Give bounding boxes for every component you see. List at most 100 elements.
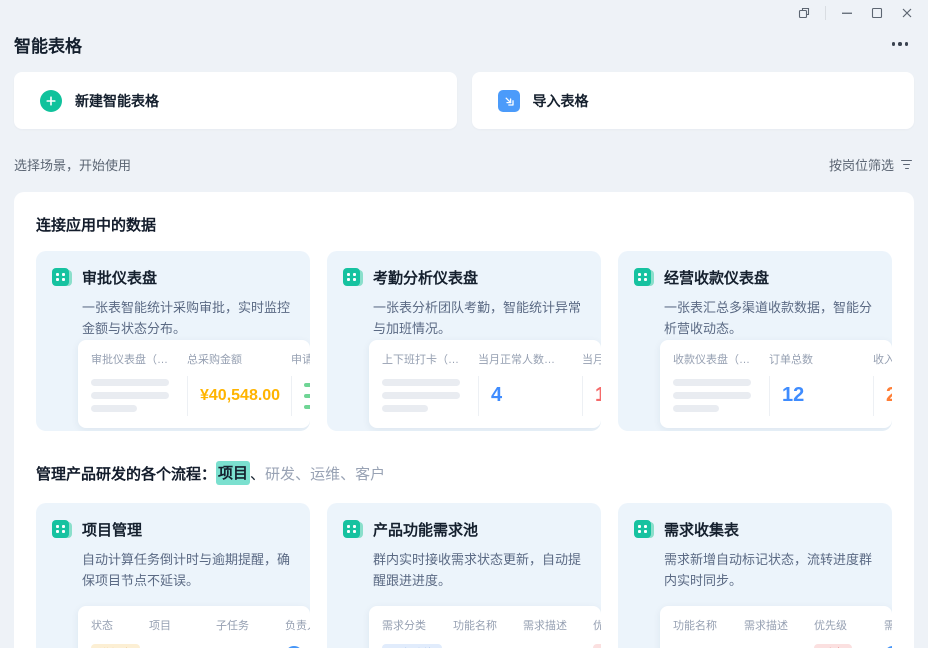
import-table-label: 导入表格 xyxy=(533,91,589,111)
new-smart-table-button[interactable]: 新建智能表格 xyxy=(14,72,457,129)
preview-count-value: 12 xyxy=(782,384,804,407)
page-title: 智能表格 xyxy=(14,32,82,57)
preview-col-header: 订单总数 xyxy=(769,351,873,367)
quick-actions: 新建智能表格 导入表格 xyxy=(14,72,914,129)
preview-col-header: 优先级 xyxy=(593,617,601,633)
preview-cell: 重点 xyxy=(593,644,601,648)
preview-cell xyxy=(216,644,285,648)
preview-cell xyxy=(291,376,310,416)
scene-bar: 选择场景，开始使用 按岗位筛选 xyxy=(14,155,912,174)
preview-cell xyxy=(744,644,814,648)
preview-col-header: 需求负责人 xyxy=(884,617,892,633)
preview-count-value: 24 xyxy=(886,384,892,407)
preview-cell: 已有功能 xyxy=(382,644,453,648)
preview-col-header: 需求描述 xyxy=(523,617,593,633)
card-feature-request-pool[interactable]: 产品功能需求池 群内实时接收需求状态更新，自动提醒跟进进度。 需求分类 功能名称… xyxy=(327,503,601,648)
preview-col-header: 需求分类 xyxy=(382,617,453,633)
preview-data-row: 进行中 xyxy=(91,644,310,648)
tab-customer[interactable]: 客户 xyxy=(355,463,385,484)
preview-cell xyxy=(884,644,892,648)
category-badge: 已有功能 xyxy=(382,644,442,648)
scene-hint: 选择场景，开始使用 xyxy=(14,155,131,174)
preview-cell xyxy=(673,376,769,416)
tab-separator: 、 xyxy=(250,463,265,484)
card-description: 自动计算任务倒计时与逾期提醒，确保项目节点不延误。 xyxy=(82,550,294,592)
card-title: 考勤分析仪表盘 xyxy=(373,267,478,288)
card-project-management[interactable]: 项目管理 自动计算任务倒计时与逾期提醒，确保项目节点不延误。 状态 项目 子任务… xyxy=(36,503,310,648)
tab-ops[interactable]: 运维 xyxy=(310,463,340,484)
preview-cell xyxy=(149,644,216,648)
preview-amount-value: ¥40,548.00 xyxy=(200,387,280,405)
preview-col-header: 当月正常人数… xyxy=(478,351,582,367)
filter-by-role-button[interactable]: 按岗位筛选 xyxy=(829,155,912,174)
preview-count-value: 4 xyxy=(491,384,502,407)
preview-table: 需求分类 功能名称 需求描述 优先级 已有功能 重点 xyxy=(369,606,601,648)
preview-col-header: 当月异常人数 xyxy=(582,351,601,367)
preview-cell xyxy=(382,376,478,416)
card-head: 考勤分析仪表盘 xyxy=(343,267,585,288)
card-attendance-dashboard[interactable]: 考勤分析仪表盘 一张表分析团队考勤，智能统计异常与加班情况。 上下班打卡（… 当… xyxy=(327,251,601,431)
preview-col-header: 负责人 xyxy=(285,617,310,633)
titlebar-divider xyxy=(825,6,826,20)
preview-cell: 12 xyxy=(769,376,873,416)
smart-table-icon xyxy=(343,520,363,540)
preview-data-row: 4 11 xyxy=(382,376,601,416)
preview-cell: ¥40,548.00 xyxy=(187,376,291,416)
preview-header-row: 功能名称 需求描述 优先级 需求负责人 xyxy=(673,617,892,633)
close-icon[interactable] xyxy=(892,2,922,24)
smart-table-icon xyxy=(343,268,363,288)
preview-table: 状态 项目 子任务 负责人 进行中 xyxy=(78,606,310,648)
import-arrow-icon xyxy=(498,90,520,112)
placeholder-bars xyxy=(91,379,169,412)
more-icon[interactable] xyxy=(888,36,913,52)
preview-col-header: 审批仪表盘（… xyxy=(91,351,187,367)
tab-rd[interactable]: 研发 xyxy=(265,463,295,484)
card-request-collection[interactable]: 需求收集表 需求新增自动标记状态，流转进度群内实时同步。 功能名称 需求描述 优… xyxy=(618,503,892,648)
preview-header-row: 需求分类 功能名称 需求描述 优先级 xyxy=(382,617,601,633)
preview-header-row: 审批仪表盘（… 总采购金额 申请人 xyxy=(91,351,310,367)
popout-icon[interactable] xyxy=(789,2,819,24)
card-title: 审批仪表盘 xyxy=(82,267,157,288)
card-description: 一张表汇总多渠道收款数据，智能分析营收动态。 xyxy=(664,298,876,340)
preview-data-row: ¥40,548.00 xyxy=(91,376,310,416)
preview-table: 收款仪表盘（… 订单总数 收入总额 12 24 xyxy=(660,340,892,428)
preview-col-header: 优先级 xyxy=(814,617,884,633)
priority-badge: 重点 xyxy=(593,644,601,648)
preview-header-row: 上下班打卡（… 当月正常人数… 当月异常人数 xyxy=(382,351,601,367)
card-head: 审批仪表盘 xyxy=(52,267,294,288)
maximize-icon[interactable] xyxy=(862,2,892,24)
card-head: 项目管理 xyxy=(52,519,294,540)
minimize-icon[interactable] xyxy=(832,2,862,24)
smart-table-icon xyxy=(634,268,654,288)
window-titlebar xyxy=(0,0,928,26)
card-head: 产品功能需求池 xyxy=(343,519,585,540)
preview-cell xyxy=(523,644,593,648)
preview-cell xyxy=(91,376,187,416)
filter-icon xyxy=(901,160,912,170)
preview-cell: 4 xyxy=(478,376,582,416)
section-heading-connect: 连接应用中的数据 xyxy=(36,214,892,235)
card-approval-dashboard[interactable]: 审批仪表盘 一张表智能统计采购审批，实时监控金额与状态分布。 审批仪表盘（… 总… xyxy=(36,251,310,431)
preview-col-header: 总采购金额 xyxy=(187,351,291,367)
plus-icon xyxy=(40,90,62,112)
tab-project[interactable]: 项目 xyxy=(216,461,250,485)
preview-data-row: 12 24 xyxy=(673,376,892,416)
preview-table: 上下班打卡（… 当月正常人数… 当月异常人数 4 11 xyxy=(369,340,601,428)
placeholder-bars xyxy=(382,379,460,412)
tab-separator: 、 xyxy=(340,463,355,484)
preview-cell xyxy=(453,644,523,648)
smart-table-icon xyxy=(634,520,654,540)
card-head: 需求收集表 xyxy=(634,519,876,540)
preview-col-header: 需求描述 xyxy=(744,617,814,633)
preview-cell xyxy=(673,644,744,648)
preview-cell: 重点 xyxy=(814,644,884,648)
preview-col-header: 收款仪表盘（… xyxy=(673,351,769,367)
preview-col-header: 申请人 xyxy=(291,351,310,367)
import-table-button[interactable]: 导入表格 xyxy=(472,72,915,129)
card-title: 需求收集表 xyxy=(664,519,739,540)
card-revenue-dashboard[interactable]: 经营收款仪表盘 一张表汇总多渠道收款数据，智能分析营收动态。 收款仪表盘（… 订… xyxy=(618,251,892,431)
smart-table-icon xyxy=(52,268,72,288)
tab-separator: 、 xyxy=(295,463,310,484)
preview-col-header: 上下班打卡（… xyxy=(382,351,478,367)
preview-table: 审批仪表盘（… 总采购金额 申请人 ¥40,548.00 xyxy=(78,340,310,428)
